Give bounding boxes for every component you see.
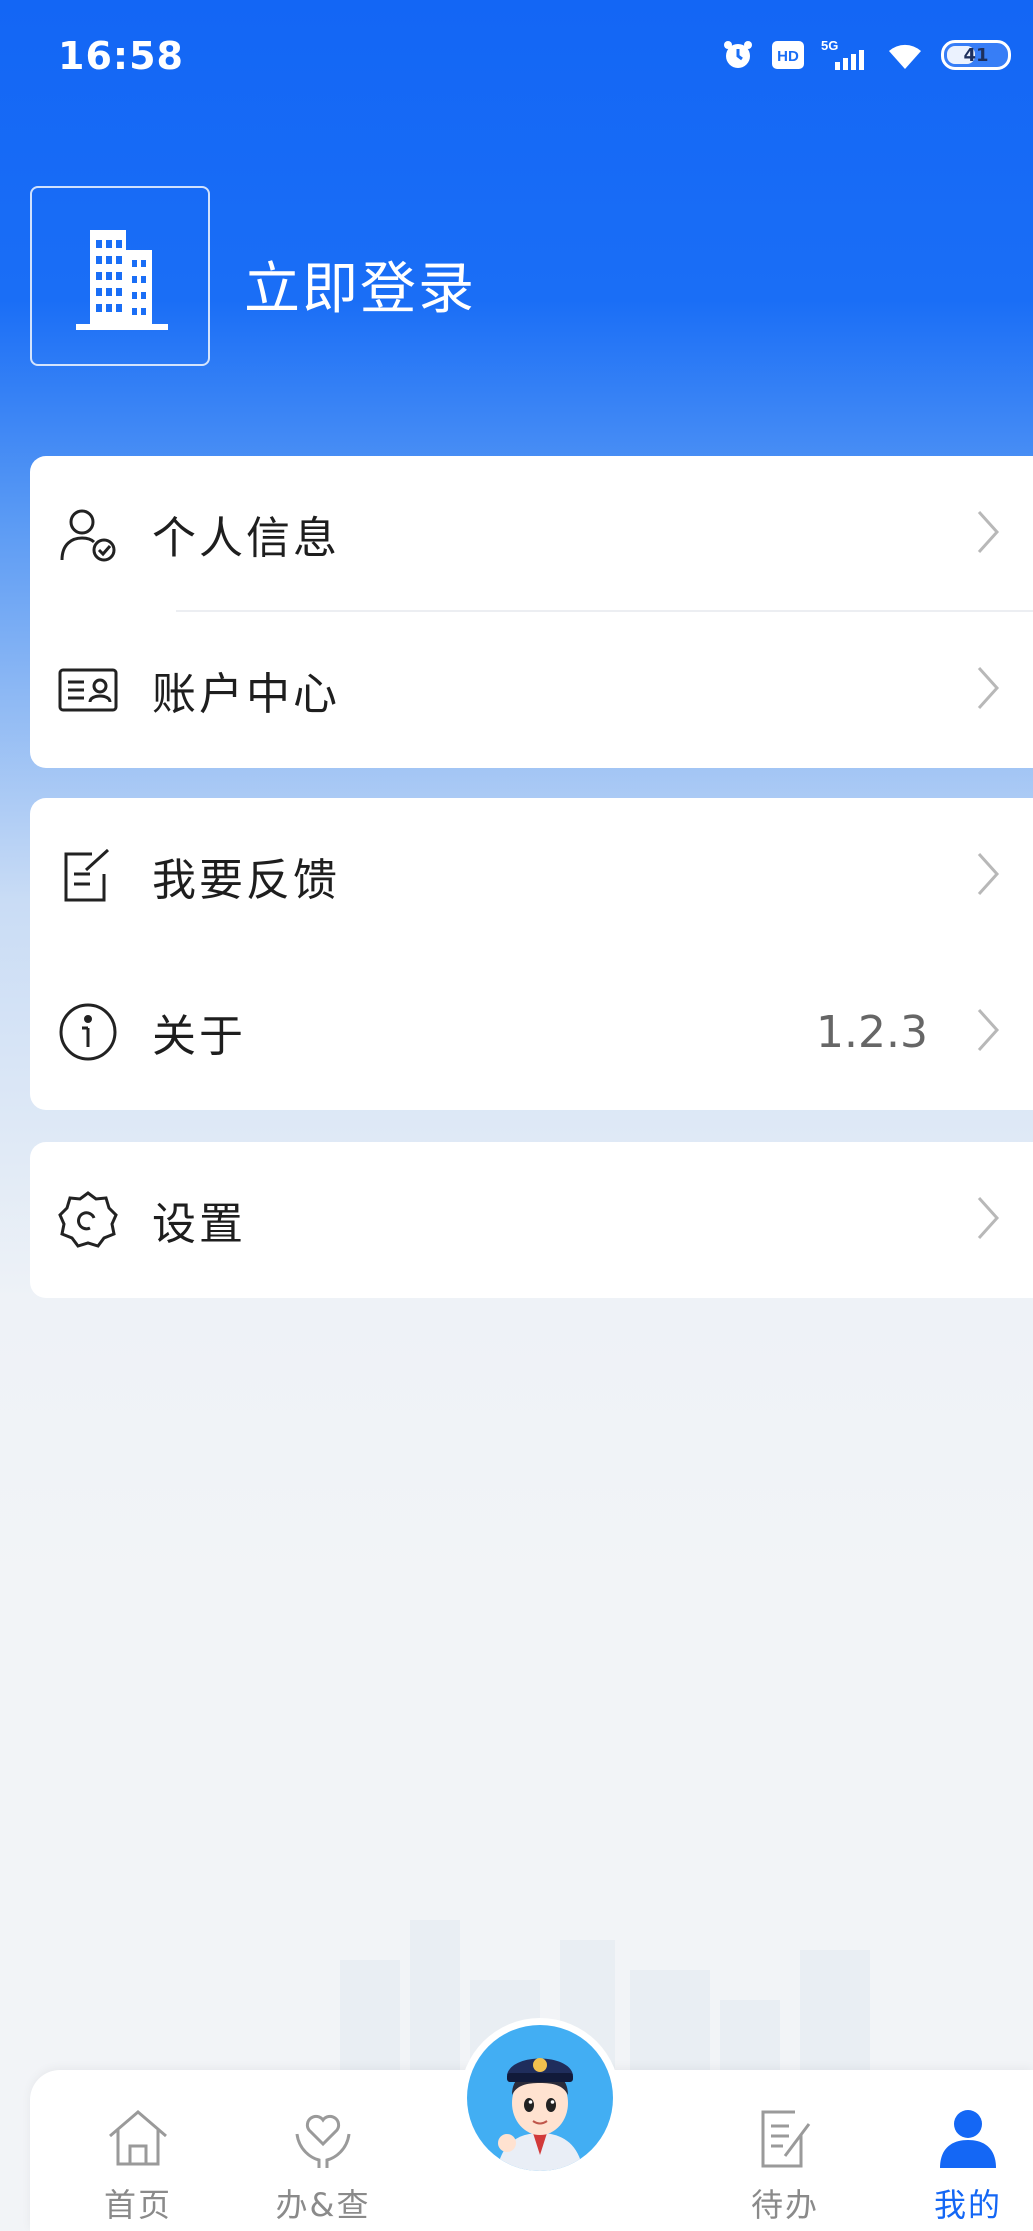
profile-header[interactable]: 立即登录 xyxy=(30,186,1010,366)
avatar[interactable] xyxy=(30,186,210,366)
status-time: 16:58 xyxy=(58,34,184,78)
nav-label: 办&查 xyxy=(275,2186,371,2224)
menu-card-account: 个人信息 账户中心 xyxy=(30,456,1033,768)
id-card-icon xyxy=(56,658,120,722)
menu-item-account-center[interactable]: 账户中心 xyxy=(30,612,1033,768)
person-icon xyxy=(940,2110,996,2168)
status-bar: 16:58 HD 5G 41 xyxy=(0,0,1033,120)
nav-item-handle-query[interactable]: 办&查 xyxy=(253,2104,393,2226)
alarm-icon xyxy=(721,38,755,72)
wifi-icon xyxy=(885,39,925,71)
nav-item-todo[interactable]: 待办 xyxy=(715,2104,855,2226)
menu-item-about[interactable]: 关于 1.2.3 xyxy=(30,954,1033,1110)
home-icon xyxy=(109,2110,167,2166)
menu-item-label: 账户中心 xyxy=(152,669,340,720)
chevron-right-icon xyxy=(973,850,1003,902)
nav-label: 首页 xyxy=(103,2186,172,2224)
menu-card-settings: 设置 xyxy=(30,1142,1033,1298)
status-icons: HD 5G 41 xyxy=(721,38,1011,72)
menu-item-personal-info[interactable]: 个人信息 xyxy=(30,456,1033,612)
chevron-right-icon xyxy=(973,1194,1003,1246)
mascot-officer-icon xyxy=(467,2025,613,2171)
user-check-icon xyxy=(56,502,120,566)
battery-indicator: 41 xyxy=(941,40,1011,70)
gear-icon xyxy=(56,1188,120,1252)
building-icon xyxy=(76,230,168,330)
chevron-right-icon xyxy=(973,508,1003,560)
svg-text:5G: 5G xyxy=(821,38,838,53)
version-value: 1.2.3 xyxy=(816,1006,928,1058)
nav-item-mine[interactable]: 我的 xyxy=(898,2104,1033,2226)
nav-label: 我的 xyxy=(933,2186,1002,2224)
signal-5g-icon: 5G xyxy=(821,38,869,72)
battery-level: 41 xyxy=(963,44,989,66)
nav-label: 待办 xyxy=(750,2186,819,2224)
chevron-right-icon xyxy=(973,664,1003,716)
menu-item-label: 设置 xyxy=(152,1199,246,1250)
menu-item-feedback[interactable]: 我要反馈 xyxy=(30,798,1033,954)
mascot-center-button[interactable] xyxy=(460,2018,620,2178)
menu-item-label: 我要反馈 xyxy=(152,855,340,906)
menu-item-label: 关于 xyxy=(152,1011,246,1062)
menu-card-feedback: 我要反馈 关于 1.2.3 xyxy=(30,798,1033,1110)
svg-text:HD: HD xyxy=(777,48,799,65)
info-icon xyxy=(56,1000,120,1064)
nav-item-home[interactable]: 首页 xyxy=(68,2104,208,2226)
menu-item-settings[interactable]: 设置 xyxy=(30,1142,1033,1298)
login-link[interactable]: 立即登录 xyxy=(244,244,476,325)
hd-icon: HD xyxy=(771,40,805,70)
menu-item-label: 个人信息 xyxy=(152,513,340,564)
heart-hands-icon xyxy=(295,2114,351,2168)
todo-icon xyxy=(761,2110,811,2168)
chevron-right-icon xyxy=(973,1006,1003,1058)
edit-note-icon xyxy=(56,844,120,908)
